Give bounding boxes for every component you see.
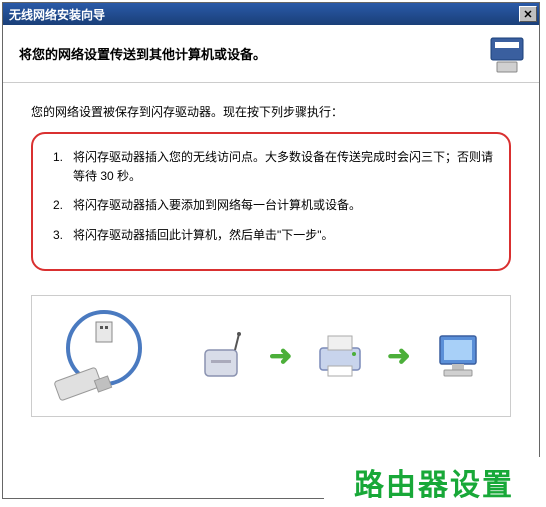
arrow-icon: ➜ (269, 339, 292, 372)
titlebar: 无线网络安装向导 ✕ (3, 3, 539, 25)
dialog-header: 将您的网络设置传送到其他计算机或设备。 (3, 25, 539, 83)
step-number: 2. (53, 196, 73, 215)
step-number: 1. (53, 148, 73, 186)
usb-drive-icon (54, 306, 174, 406)
close-button[interactable]: ✕ (519, 6, 537, 22)
steps-list: 1. 将闪存驱动器插入您的无线访问点。大多数设备在传送完成时会闪三下；否则请等待… (53, 148, 493, 245)
step-text: 将闪存驱动器插入您的无线访问点。大多数设备在传送完成时会闪三下；否则请等待 30… (73, 148, 493, 186)
step-number: 3. (53, 226, 73, 245)
step-item: 2. 将闪存驱动器插入要添加到网络每一台计算机或设备。 (53, 196, 493, 215)
step-text: 将闪存驱动器插回此计算机，然后单击"下一步"。 (73, 226, 493, 245)
window-title: 无线网络安装向导 (9, 6, 105, 23)
wizard-dialog: 无线网络安装向导 ✕ 将您的网络设置传送到其他计算机或设备。 您的网络设置被保存… (2, 2, 540, 499)
instructions-box: 1. 将闪存驱动器插入您的无线访问点。大多数设备在传送完成时会闪三下；否则请等待… (31, 132, 511, 271)
printer-network-icon (485, 32, 529, 76)
step-item: 1. 将闪存驱动器插入您的无线访问点。大多数设备在传送完成时会闪三下；否则请等待… (53, 148, 493, 186)
step-item: 3. 将闪存驱动器插回此计算机，然后单击"下一步"。 (53, 226, 493, 245)
arrow-icon: ➜ (387, 339, 410, 372)
computer-icon (428, 326, 488, 386)
content-area: 您的网络设置被保存到闪存驱动器。现在按下列步骤执行： 1. 将闪存驱动器插入您的… (3, 83, 539, 447)
printer-icon (310, 326, 370, 386)
intro-text: 您的网络设置被保存到闪存驱动器。现在按下列步骤执行： (31, 103, 511, 120)
illustration-panel: ➜ ➜ (31, 295, 511, 417)
header-text: 将您的网络设置传送到其他计算机或设备。 (19, 44, 266, 63)
close-icon: ✕ (523, 8, 532, 21)
watermark-overlay: 路由器设置 (324, 457, 544, 507)
step-text: 将闪存驱动器插入要添加到网络每一台计算机或设备。 (73, 196, 493, 215)
wireless-router-icon (191, 326, 251, 386)
